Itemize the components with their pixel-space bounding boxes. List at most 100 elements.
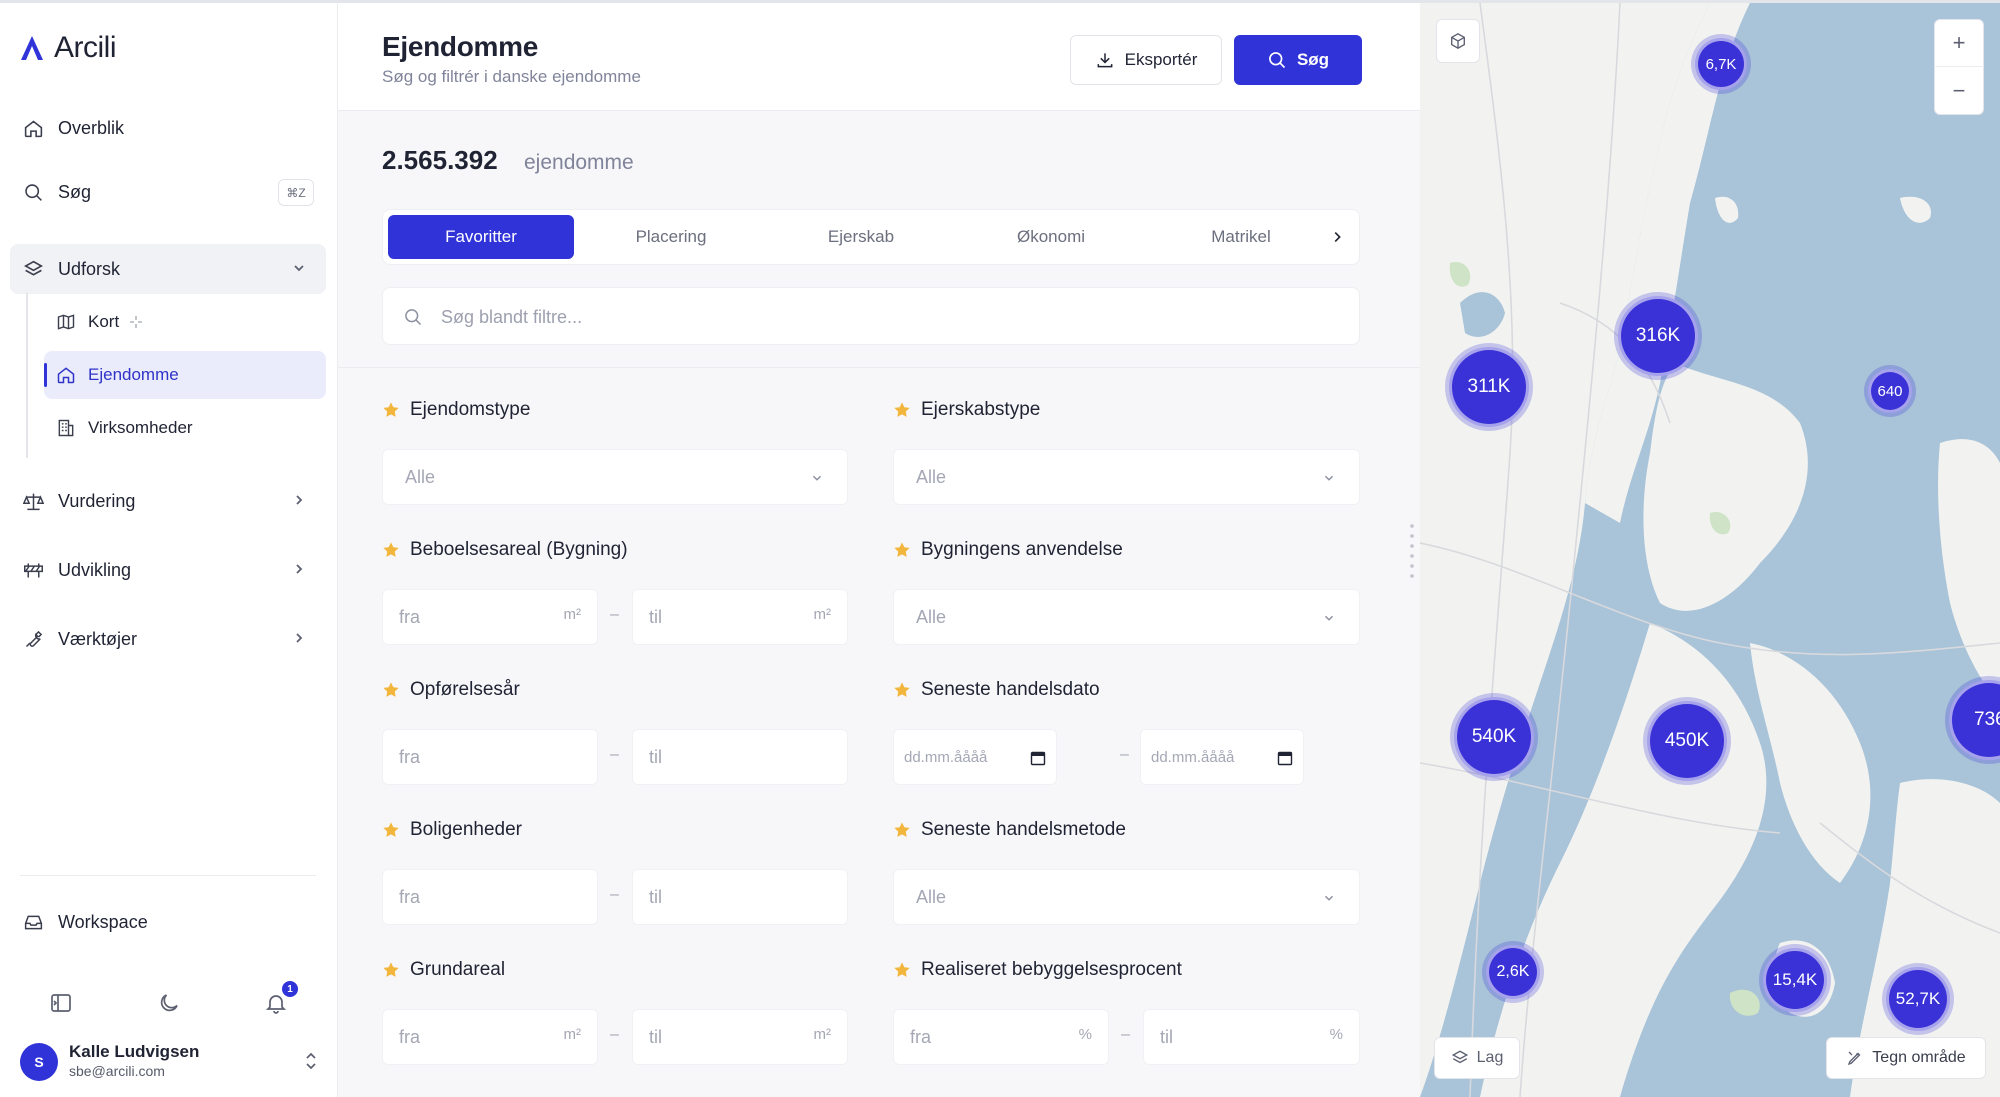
nav-tools-label: Værktøjer xyxy=(58,628,138,649)
map-cluster[interactable]: 450K xyxy=(1647,701,1727,781)
draw-area-button[interactable]: Tegn område xyxy=(1826,1037,1986,1079)
calendar-icon[interactable] xyxy=(1030,750,1046,766)
input-placeholder: til xyxy=(649,607,662,627)
filter-label-plot-area: Grundareal xyxy=(382,959,505,981)
property-type-select[interactable]: Alle xyxy=(382,449,848,505)
range-separator: – xyxy=(1120,746,1129,763)
layers-button[interactable]: Lag xyxy=(1434,1037,1520,1079)
export-button-label: Eksportér xyxy=(1124,50,1198,69)
nav-tools[interactable]: Værktøjer xyxy=(10,614,326,664)
notification-badge: 1 xyxy=(282,981,298,997)
tab-ownership[interactable]: Ejerskab xyxy=(768,215,954,259)
tab-favorites[interactable]: Favoritter xyxy=(388,215,574,259)
nav-map[interactable]: Kort xyxy=(44,298,326,346)
star-icon[interactable] xyxy=(893,401,911,419)
housing-units-to-input[interactable]: til xyxy=(632,869,848,925)
map-cluster[interactable]: 6,7K xyxy=(1695,38,1747,90)
app-logo[interactable]: Arcili xyxy=(20,31,117,65)
star-icon[interactable] xyxy=(382,541,400,559)
result-count-unit: ejendomme xyxy=(524,151,634,174)
user-menu[interactable]: S Kalle Ludvigsen sbe@arcili.com xyxy=(20,1039,320,1083)
star-icon[interactable] xyxy=(382,681,400,699)
filter-label-text: Beboelsesareal (Bygning) xyxy=(410,539,628,560)
export-button[interactable]: Eksportér xyxy=(1070,35,1222,85)
app-name: Arcili xyxy=(54,31,117,64)
star-icon[interactable] xyxy=(382,961,400,979)
star-icon[interactable] xyxy=(382,821,400,839)
select-value: Alle xyxy=(916,887,947,907)
trade-date-to-input[interactable]: dd.mm.åååå xyxy=(1140,729,1304,785)
map-cluster[interactable]: 540K xyxy=(1454,697,1534,777)
input-placeholder: dd.mm.åååå xyxy=(1151,749,1235,766)
search-icon xyxy=(405,309,422,326)
search-button-label: Søg xyxy=(1296,50,1330,69)
main-panel: Ejendomme Søg og filtrér i danske ejendo… xyxy=(338,3,1420,1097)
living-area-from-input[interactable]: fra m² xyxy=(382,589,598,645)
filter-search xyxy=(382,287,1360,345)
zoom-in-button[interactable]: + xyxy=(1934,20,1984,68)
built-percentage-from-input[interactable]: fra % xyxy=(893,1009,1109,1065)
star-icon[interactable] xyxy=(893,681,911,699)
plot-area-from-input[interactable]: fra m² xyxy=(382,1009,598,1065)
construction-icon xyxy=(22,559,44,581)
unit-label: % xyxy=(1078,1026,1092,1043)
nav-overview[interactable]: Overblik xyxy=(10,103,326,153)
arcili-logo-icon xyxy=(21,36,43,60)
map-cluster[interactable]: 52,7K xyxy=(1886,967,1950,1031)
star-icon[interactable] xyxy=(893,541,911,559)
star-icon[interactable] xyxy=(382,401,400,419)
trade-date-from-input[interactable]: dd.mm.åååå xyxy=(893,729,1057,785)
filter-label-text: Boligenheder xyxy=(410,819,522,840)
filter-search-input[interactable] xyxy=(441,298,1321,336)
map-cluster[interactable]: 640 xyxy=(1868,369,1912,413)
map-panel[interactable]: + − 6,7K 316K 311K 640 540K 450K 736 2,6… xyxy=(1420,3,2000,1097)
search-shortcut-badge: ⌘Z xyxy=(278,179,314,206)
chevron-down-icon xyxy=(1324,615,1334,621)
tab-cadastre[interactable]: Matrikel xyxy=(1148,215,1334,259)
build-year-from-input[interactable]: fra xyxy=(382,729,598,785)
calendar-icon[interactable] xyxy=(1277,750,1293,766)
trade-method-select[interactable]: Alle xyxy=(893,869,1360,925)
map-cluster[interactable]: 2,6K xyxy=(1486,945,1540,999)
zoom-out-button[interactable]: − xyxy=(1934,67,1984,114)
nav-search[interactable]: Søg ⌘Z xyxy=(10,167,326,217)
chevron-down-icon xyxy=(1324,895,1334,901)
filter-label-text: Opførelsesår xyxy=(410,679,520,700)
living-area-to-input[interactable]: til m² xyxy=(632,589,848,645)
map-cluster[interactable]: 15,4K xyxy=(1763,948,1827,1012)
nav-development[interactable]: Udvikling xyxy=(10,545,326,595)
star-icon[interactable] xyxy=(893,961,911,979)
build-year-to-input[interactable]: til xyxy=(632,729,848,785)
nav-explore[interactable]: Udforsk xyxy=(10,244,326,294)
nav-workspace[interactable]: Workspace xyxy=(10,897,326,947)
sidebar-toggle-icon[interactable] xyxy=(49,991,73,1015)
search-button[interactable]: Søg xyxy=(1234,35,1362,85)
panel-resize-handle[interactable] xyxy=(1408,522,1416,582)
3d-view-button[interactable] xyxy=(1436,19,1480,63)
range-separator: – xyxy=(1121,1026,1130,1043)
building-use-select[interactable]: Alle xyxy=(893,589,1360,645)
tabs-next-button[interactable] xyxy=(1321,221,1353,253)
ownership-type-select[interactable]: Alle xyxy=(893,449,1360,505)
select-value: Alle xyxy=(916,607,947,627)
page-subtitle: Søg og filtrér i danske ejendomme xyxy=(382,67,641,86)
tab-location[interactable]: Placering xyxy=(578,215,764,259)
nav-properties[interactable]: Ejendomme xyxy=(44,351,326,399)
star-icon[interactable] xyxy=(893,821,911,839)
housing-units-from-input[interactable]: fra xyxy=(382,869,598,925)
nav-properties-label: Ejendomme xyxy=(88,365,179,384)
tab-economy[interactable]: Økonomi xyxy=(958,215,1144,259)
input-placeholder: til xyxy=(649,747,662,767)
map-cluster[interactable]: 316K xyxy=(1618,296,1698,376)
building-icon xyxy=(56,418,76,438)
plot-area-to-input[interactable]: til m² xyxy=(632,1009,848,1065)
input-placeholder: fra xyxy=(399,607,421,627)
dark-mode-icon[interactable] xyxy=(157,991,181,1015)
filter-label-ownership-type: Ejerskabstype xyxy=(893,399,1040,421)
nav-companies[interactable]: Virksomheder xyxy=(44,404,326,452)
map-cluster[interactable]: 311K xyxy=(1449,347,1529,427)
built-percentage-to-input[interactable]: til % xyxy=(1143,1009,1360,1065)
subtree-line xyxy=(26,293,28,458)
filter-label-build-year: Opførelsesår xyxy=(382,679,520,701)
nav-valuation[interactable]: Vurdering xyxy=(10,476,326,526)
